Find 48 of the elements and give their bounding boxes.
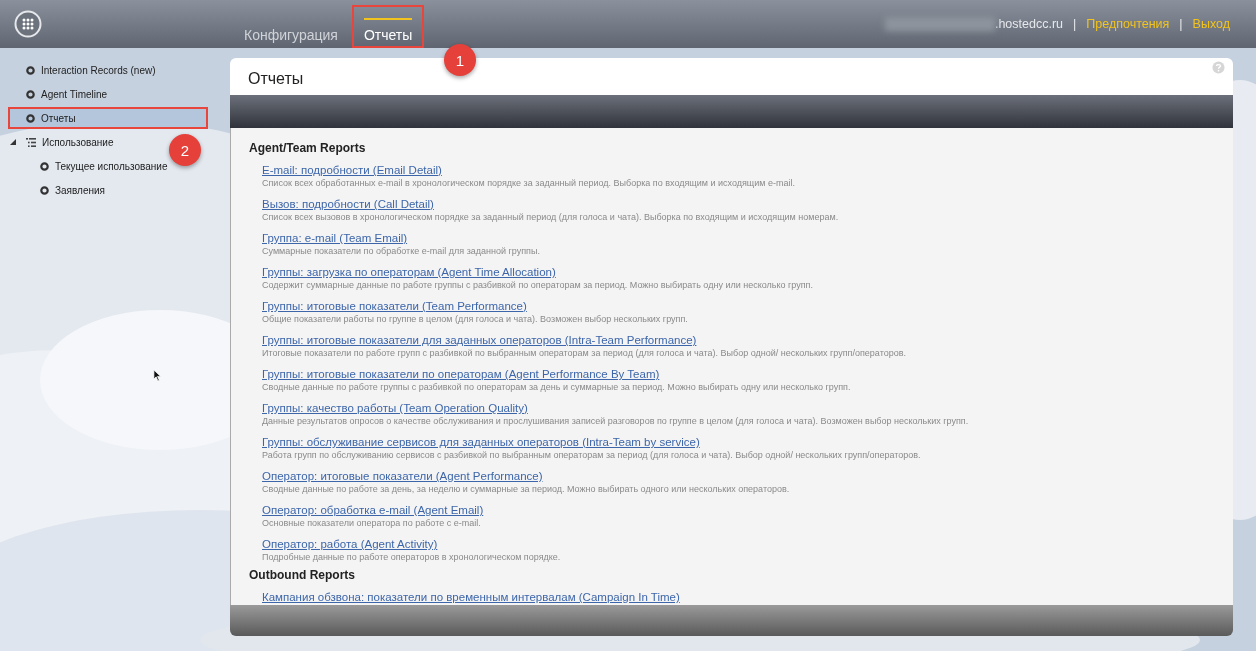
ring-icon bbox=[26, 65, 35, 75]
sidebar-item[interactable]: Interaction Records (new) bbox=[8, 59, 158, 81]
report-description: Сводные данные по работе группы с разбивкой по операторам за день и суммарные за период. Можно выбирать одну или несколько групп. bbox=[262, 382, 852, 393]
report-description: Список всех вызовов в хронологическом порядке за заданный период (для голоса и чата). Выборка по входящим и исходящим номерам. bbox=[262, 212, 840, 223]
sidebar-item[interactable]: Отчеты bbox=[8, 107, 208, 129]
report-link[interactable]: Оператор: работа (Agent Activity) bbox=[262, 537, 438, 551]
nav-tab[interactable]: Конфигурация bbox=[232, 5, 350, 48]
report-description: Список всех обработанных e-mail в хронологическом порядке за заданный период. Выборка по входящим и исходящим e-mail. bbox=[262, 178, 796, 189]
report-link[interactable]: Группы: качество работы (Team Operation Quality) bbox=[262, 401, 528, 415]
report-link[interactable]: Вызов: подробности (Call Detail) bbox=[262, 197, 434, 211]
ring-icon bbox=[26, 113, 35, 123]
nav-tab[interactable]: Отчеты bbox=[351, 5, 425, 48]
report-link[interactable]: Группы: обслуживание сервисов для заданных операторов (Intra-Team by service) bbox=[262, 435, 700, 449]
report-description: Содержит суммарные данные по работе группы с разбивкой по операторам за период. Можно выбирать одну или несколько групп. bbox=[262, 280, 814, 291]
report-description: Подробные данные по работе операторов в хронологическом порядке. bbox=[262, 552, 562, 563]
section-heading: Outbound Reports bbox=[249, 568, 356, 582]
report-description: Данные результатов опросов о качестве обслуживания и прослушивания записей разговоров по группе в целом (для голоса и чата). Возможен выбор нескольких групп. bbox=[262, 416, 970, 427]
report-description: Основные показатели оператора по работе с e-mail. bbox=[262, 518, 482, 529]
list-icon bbox=[26, 137, 36, 147]
report-link[interactable]: Оператор: итоговые показатели (Agent Performance) bbox=[262, 469, 543, 483]
report-description: Итоговые показатели по работе групп с разбивкой по выбранным операторам за период (для голоса и чата). Выбор одной/ нескольких групп/операторов. bbox=[262, 348, 907, 359]
report-link[interactable]: Группа: e-mail (Team Email) bbox=[262, 231, 408, 245]
report-link[interactable]: Группы: загрузка по операторам (Agent Time Allocation) bbox=[262, 265, 556, 279]
report-description: Сводные данные по работе за день, за неделю и суммарные за период. Можно выбирать одного или нескольких операторов. bbox=[262, 484, 791, 495]
sidebar-item[interactable]: Использование bbox=[8, 131, 116, 153]
report-link[interactable]: E-mail: подробности (Email Detail) bbox=[262, 163, 442, 177]
account-domain: .hostedcc.ru bbox=[994, 17, 1064, 31]
report-link[interactable]: Кампания обзвона: показатели по временным интервалам (Campaign In Time) bbox=[262, 590, 680, 604]
sidebar-item[interactable]: Текущее использование bbox=[8, 155, 170, 177]
report-description: Общие показатели работы по группе в целом (для голоса и чата). Возможен выбор нескольких групп. bbox=[262, 314, 689, 325]
report-description: Работа групп по обслуживанию сервисов с разбивкой по выбранным операторам за период (для голоса и чата). Выбор одной/ нескольких групп/операторов. bbox=[262, 450, 922, 461]
separator: | bbox=[1073, 17, 1077, 31]
section-heading: Agent/Team Reports bbox=[249, 141, 367, 155]
report-link[interactable]: Оператор: обработка e-mail (Agent Email) bbox=[262, 503, 484, 517]
panel-title: Отчеты bbox=[248, 69, 304, 88]
expand-triangle-icon[interactable] bbox=[10, 139, 16, 145]
cursor-icon bbox=[153, 369, 162, 382]
ring-icon bbox=[26, 89, 35, 99]
report-link[interactable]: Группы: итоговые показатели (Team Performance) bbox=[262, 299, 527, 313]
separator: | bbox=[1179, 17, 1183, 31]
report-link[interactable]: Группы: итоговые показатели для заданных операторов (Intra-Team Performance) bbox=[262, 333, 697, 347]
sidebar-item[interactable]: Заявления bbox=[8, 179, 108, 201]
report-link[interactable]: Группы: итоговые показатели по операторам (Agent Performance By Team) bbox=[262, 367, 660, 381]
dial-pad-icon[interactable] bbox=[14, 10, 42, 38]
ring-icon bbox=[40, 185, 49, 195]
report-description: Суммарные показатели по обработке e-mail для заданной группы. bbox=[262, 246, 541, 257]
ring-icon bbox=[40, 161, 49, 171]
sidebar-item[interactable]: Agent Timeline bbox=[8, 83, 110, 105]
